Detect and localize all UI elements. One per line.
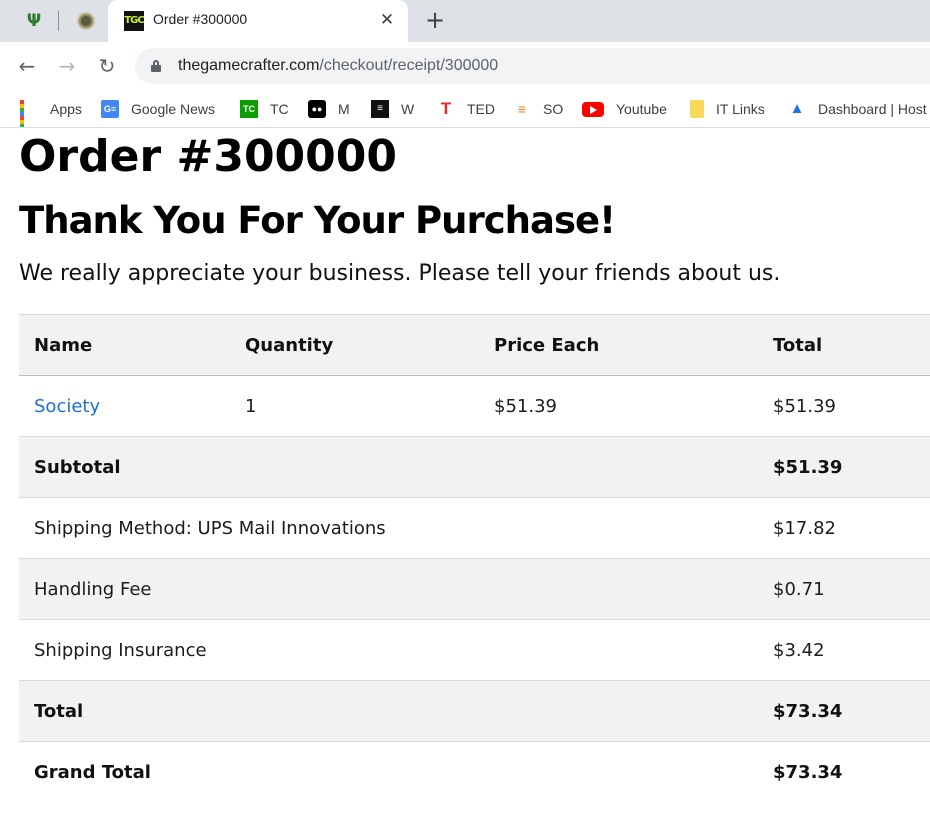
active-tab[interactable]: TGC Order #300000 ✕ [108, 0, 408, 42]
bookmark-apps[interactable]: Apps [20, 96, 82, 127]
bookmark-label: TED [467, 101, 495, 117]
stackoverflow-icon: ≡ [517, 101, 527, 117]
bookmark-label: Google News [131, 101, 216, 117]
header-quantity: Quantity [230, 314, 479, 376]
tab-strip: Ψ TGC Order #300000 ✕ + [0, 0, 930, 42]
seal-icon [77, 12, 95, 30]
bookmark-label: M [338, 101, 350, 117]
folder-icon [690, 100, 704, 118]
item-price-each: $51.39 [479, 375, 758, 437]
tab-separator [58, 11, 59, 31]
table-row-handling: Handling Fee $0.71 [19, 558, 930, 620]
grand-total-label: Grand Total [19, 741, 758, 803]
bookmark-label: Apps [50, 101, 82, 117]
medium-icon: ●● [308, 100, 326, 118]
subtotal-label: Subtotal [19, 436, 758, 498]
url-text[interactable]: thegamecrafter.com/checkout/receipt/3000… [178, 57, 498, 75]
game-crafter-favicon-icon: TGC [124, 11, 145, 31]
item-name-cell: Society [19, 375, 230, 437]
bookmark-tc[interactable]: TC TC [240, 96, 289, 122]
bookmark-w[interactable]: ≡ W [371, 96, 414, 122]
tab-title: Order #300000 [153, 11, 248, 27]
ted-icon: T [440, 99, 452, 118]
handling-value: $0.71 [758, 558, 930, 620]
table-header-row: Name Quantity Price Each Total [19, 314, 930, 376]
header-total: Total [758, 314, 930, 376]
subtotal-value: $51.39 [758, 436, 930, 498]
bookmark-label: Dashboard | Host [818, 101, 927, 117]
address-bar[interactable]: thegamecrafter.com/checkout/receipt/3000… [135, 48, 930, 84]
back-button[interactable]: ← [13, 52, 41, 80]
pinned-tab-2[interactable] [60, 0, 112, 42]
table-row-total: Total $73.34 [19, 680, 930, 742]
total-label: Total [19, 680, 758, 742]
bookmark-ted[interactable]: T TED [437, 96, 495, 122]
page-content: Order #300000 Thank You For Your Purchas… [19, 129, 930, 816]
table-row-insurance: Shipping Insurance $3.42 [19, 619, 930, 681]
bookmark-medium[interactable]: ●● M [308, 96, 350, 122]
url-host: thegamecrafter.com [178, 57, 320, 74]
table-row-shipping: Shipping Method: UPS Mail Innovations $1… [19, 497, 930, 559]
insurance-label: Shipping Insurance [19, 619, 758, 681]
thank-you-heading: Thank You For Your Purchase! [19, 199, 616, 242]
new-tab-button[interactable]: + [422, 7, 448, 33]
shipping-label: Shipping Method: UPS Mail Innovations [19, 497, 758, 559]
close-tab-icon[interactable]: ✕ [376, 9, 398, 31]
bookmark-it-links[interactable]: IT Links [690, 96, 765, 122]
browser-toolbar: ← → ↻ thegamecrafter.com/checkout/receip… [0, 42, 930, 90]
order-title: Order #300000 [19, 131, 398, 182]
table-row-subtotal: Subtotal $51.39 [19, 436, 930, 498]
bookmark-google-news[interactable]: G≡ Google News [101, 96, 215, 122]
bookmark-so[interactable]: ≡ SO [513, 96, 563, 122]
url-path: /checkout/receipt/300000 [319, 57, 499, 74]
receipt-table: Name Quantity Price Each Total Society 1… [19, 314, 930, 803]
techcrunch-icon: TC [240, 100, 258, 118]
pinned-tab-1[interactable]: Ψ [8, 0, 60, 42]
bookmark-label: TC [270, 101, 289, 117]
header-price-each: Price Each [479, 314, 758, 376]
shipping-value: $17.82 [758, 497, 930, 559]
intro-text: We really appreciate your business. Plea… [19, 261, 781, 286]
reload-button[interactable]: ↻ [93, 52, 121, 80]
item-link[interactable]: Society [34, 396, 100, 417]
bookmark-label: SO [543, 101, 564, 117]
grand-total-value: $73.34 [758, 741, 930, 803]
item-quantity: 1 [230, 375, 479, 437]
apps-grid-icon [20, 100, 38, 127]
bookmarks-bar: Apps G≡ Google News TC TC ●● M ≡ W T TED… [0, 90, 930, 128]
bookmark-dashboard[interactable]: ▲ Dashboard | Host [788, 96, 927, 122]
google-news-icon: G≡ [101, 100, 119, 118]
bookmark-label: Youtube [616, 101, 667, 117]
item-total: $51.39 [758, 375, 930, 437]
table-row-item: Society 1 $51.39 $51.39 [19, 375, 930, 437]
handling-label: Handling Fee [19, 558, 758, 620]
total-value: $73.34 [758, 680, 930, 742]
bookmark-label: W [401, 101, 415, 117]
table-row-grand-total: Grand Total $73.34 [19, 741, 930, 803]
bookmark-label: IT Links [716, 101, 765, 117]
dashboard-icon: ▲ [789, 100, 805, 117]
header-name: Name [19, 314, 230, 376]
insurance-value: $3.42 [758, 619, 930, 681]
forward-button[interactable]: → [53, 52, 81, 80]
w-icon: ≡ [371, 100, 389, 118]
lock-icon[interactable] [151, 60, 161, 72]
cactus-icon: Ψ [26, 11, 42, 31]
youtube-icon [582, 101, 604, 117]
bookmark-youtube[interactable]: Youtube [582, 96, 667, 122]
